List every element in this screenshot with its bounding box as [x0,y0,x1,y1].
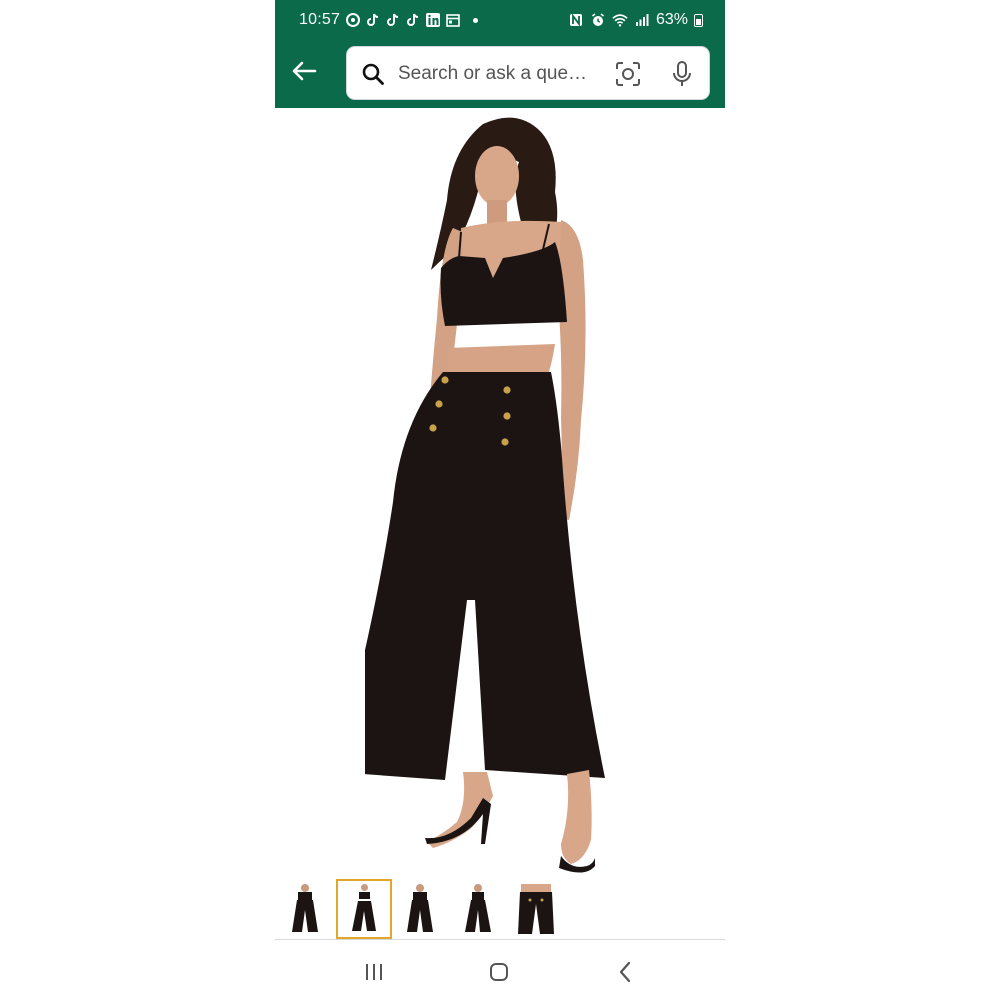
recents-button[interactable] [359,957,389,987]
phone-screen: 10:57 63% Search or ask a que… [275,0,725,1000]
signal-icon [635,14,649,26]
nav-back-icon [619,961,631,983]
trouser-button [429,424,437,432]
thumbnail-3[interactable] [395,880,445,938]
battery-icon [694,13,703,27]
search-bar[interactable]: Search or ask a que… [346,46,710,100]
tiktok-icon [387,13,399,26]
model-foot-right [561,770,592,864]
linkedin-icon [426,13,440,27]
thumbnail-1[interactable] [280,880,330,938]
home-button[interactable] [484,957,514,987]
thumbnail-strip [275,876,725,942]
model-midriff [447,344,555,374]
thumbnail-image [465,884,491,932]
wifi-icon [612,14,628,27]
home-icon [490,963,508,981]
model-neck [487,200,507,224]
threads-icon [346,13,360,27]
alarm-icon [591,13,604,26]
system-icons: 63% [568,11,703,29]
trouser-button [441,376,449,384]
app-header: 10:57 63% Search or ask a que… [275,0,725,108]
search-icon [362,63,384,85]
trouser-button [503,386,511,394]
recents-icon [366,964,382,980]
battery-percent: 63% [655,11,688,28]
thumbnail-4[interactable] [453,880,503,938]
nav-back-button[interactable] [610,957,640,987]
thumbnail-image [518,884,554,934]
camera-scan-icon[interactable] [615,61,641,87]
status-bar: 10:57 63% [275,0,725,38]
trouser-button [501,438,509,446]
system-nav-bar [275,944,725,1000]
microphone-icon[interactable] [671,61,693,87]
search-input[interactable]: Search or ask a que… [398,63,587,85]
divider [275,939,725,940]
tiktok-icon [407,13,419,26]
nfc-icon [569,13,582,27]
thumbnail-image [352,884,376,931]
trouser-button [435,400,443,408]
more-notifications-dot [473,17,478,23]
status-time: 10:57 [299,11,341,28]
thumbnail-2[interactable] [336,879,392,939]
thumbnail-image [292,884,318,932]
thumbnail-image [407,884,433,932]
product-image[interactable] [365,108,635,880]
tiktok-icon [367,13,379,26]
notification-icons [345,12,478,28]
arrow-left-icon [292,61,317,81]
thumbnail-5[interactable] [511,880,561,938]
back-button[interactable] [289,56,319,86]
trouser-button [503,412,511,420]
model-face [475,146,519,206]
calendar-icon [446,14,460,27]
